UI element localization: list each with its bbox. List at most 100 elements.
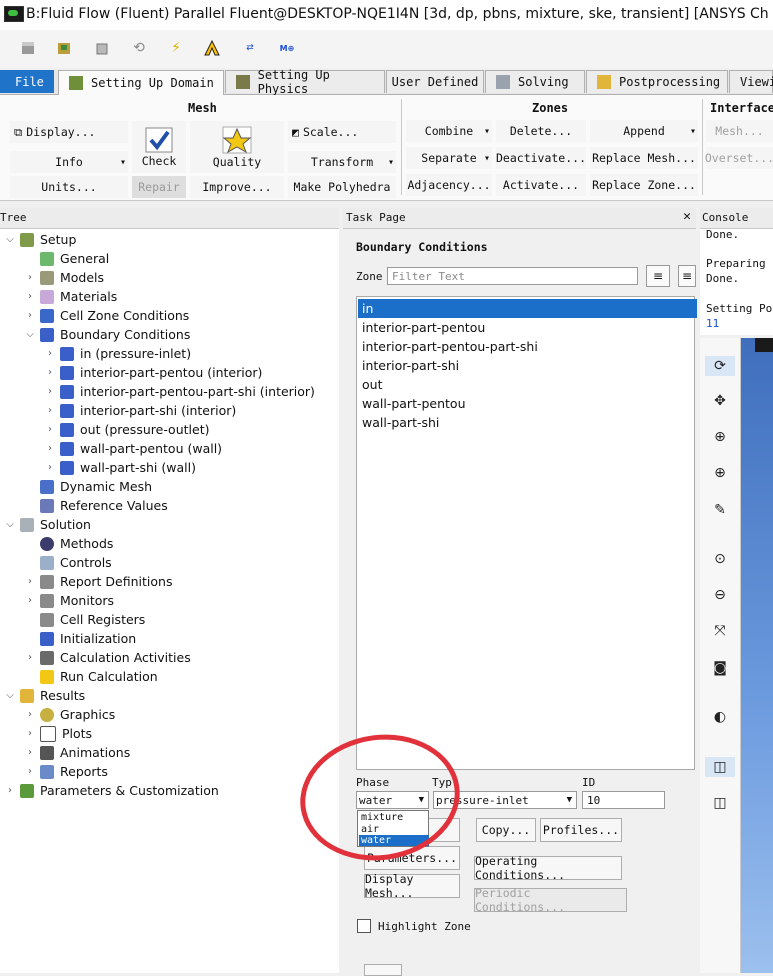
- zoom-out-icon[interactable]: ⊖: [710, 585, 730, 605]
- chevron-right-icon[interactable]: ›: [44, 348, 56, 359]
- list-item[interactable]: interior-part-pentou-part-shi: [361, 337, 695, 356]
- chevron-right-icon[interactable]: ›: [44, 462, 56, 473]
- chevron-right-icon[interactable]: ›: [24, 728, 36, 739]
- tree-item-boundary-zone[interactable]: › wall-part-pentou (wall): [44, 439, 222, 458]
- make-polyhedra-button[interactable]: Make Polyhedra: [288, 176, 396, 198]
- adjacency-button[interactable]: Adjacency...: [406, 174, 492, 196]
- refresh-icon[interactable]: ⟲: [129, 38, 149, 58]
- camera-icon[interactable]: ◙: [710, 658, 730, 678]
- operating-conditions-button[interactable]: Operating Conditions...: [474, 854, 622, 882]
- delete-button[interactable]: Delete...: [496, 120, 586, 142]
- list-item[interactable]: interior-part-shi: [361, 356, 695, 375]
- append-button[interactable]: Append: [590, 120, 698, 142]
- tree-item-report-definitions[interactable]: › Report Definitions: [24, 572, 172, 591]
- copy-button[interactable]: Copy...: [476, 818, 536, 842]
- chevron-down-icon[interactable]: ⌵: [4, 690, 16, 701]
- tree-item-general[interactable]: General: [24, 249, 109, 268]
- combine-button[interactable]: Combine: [406, 120, 492, 142]
- chevron-right-icon[interactable]: ›: [24, 652, 36, 663]
- chevron-right-icon[interactable]: ›: [44, 443, 56, 454]
- list-item[interactable]: interior-part-pentou: [361, 318, 695, 337]
- filter-options-icon[interactable]: ≡: [646, 265, 670, 287]
- axes-icon[interactable]: ⤧: [710, 621, 730, 641]
- chevron-down-icon[interactable]: ⌵: [4, 234, 16, 245]
- rotate-icon[interactable]: ⟳: [705, 356, 735, 376]
- chevron-right-icon[interactable]: ›: [44, 405, 56, 416]
- tree-item-boundary-zone[interactable]: › interior-part-pentou (interior): [44, 363, 262, 382]
- close-icon[interactable]: ✕: [683, 209, 691, 224]
- units-button[interactable]: Units...: [10, 176, 128, 198]
- tree-item-boundary-zone[interactable]: › out (pressure-outlet): [44, 420, 209, 439]
- chevron-right-icon[interactable]: ›: [24, 747, 36, 758]
- quality-button[interactable]: Quality: [190, 121, 284, 173]
- tab-user-defined[interactable]: User Defined: [386, 70, 484, 93]
- ansys-icon[interactable]: [202, 38, 222, 58]
- chevron-right-icon[interactable]: ›: [44, 367, 56, 378]
- chevron-right-icon[interactable]: ›: [24, 576, 36, 587]
- zone-id-field[interactable]: 10: [582, 791, 665, 809]
- check-button[interactable]: Check: [132, 121, 186, 173]
- tree-item-boundary-conditions[interactable]: ⌵ Boundary Conditions: [24, 325, 190, 344]
- perspective-cube-icon[interactable]: ◫: [705, 757, 735, 777]
- chevron-right-icon[interactable]: ›: [24, 595, 36, 606]
- tree-item-monitors[interactable]: › Monitors: [24, 591, 114, 610]
- tab-solving[interactable]: Solving: [485, 70, 585, 93]
- chevron-right-icon[interactable]: ›: [24, 766, 36, 777]
- pan-icon[interactable]: ✥: [710, 391, 730, 411]
- tree-item-animations[interactable]: › Animations: [24, 743, 130, 762]
- probe-icon[interactable]: ✎: [710, 500, 730, 520]
- orthographic-cube-icon[interactable]: ◫: [710, 793, 730, 813]
- parallel-icon[interactable]: ⇄: [240, 38, 260, 58]
- chevron-right-icon[interactable]: ›: [24, 310, 36, 321]
- tree-item-calculation-activities[interactable]: › Calculation Activities: [24, 648, 191, 667]
- zone-filter-input[interactable]: Filter Text: [387, 267, 638, 285]
- list-item[interactable]: in: [358, 299, 697, 318]
- list-item[interactable]: out: [361, 375, 695, 394]
- tab-file[interactable]: File: [0, 70, 54, 93]
- info-button[interactable]: Info: [10, 151, 128, 173]
- zoom-icon[interactable]: ⊕: [710, 427, 730, 447]
- tree-item-results[interactable]: ⌵ Results: [4, 686, 85, 705]
- tree-item-materials[interactable]: › Materials: [24, 287, 117, 306]
- tab-postprocessing[interactable]: Postprocessing: [586, 70, 728, 93]
- chevron-right-icon[interactable]: ›: [4, 785, 16, 796]
- tree-item-setup[interactable]: ⌵ Setup: [4, 230, 76, 249]
- graphics-window[interactable]: [741, 338, 773, 973]
- tree-item-controls[interactable]: Controls: [24, 553, 112, 572]
- tree-item-models[interactable]: › Models: [24, 268, 104, 287]
- profiles-button[interactable]: Profiles...: [540, 818, 622, 842]
- tree-item-boundary-zone[interactable]: › wall-part-shi (wall): [44, 458, 196, 477]
- partial-button[interactable]: [364, 964, 402, 976]
- separate-button[interactable]: Separate: [406, 147, 492, 169]
- tree-item-reports[interactable]: › Reports: [24, 762, 108, 781]
- tree-item-run-calculation[interactable]: Run Calculation: [24, 667, 158, 686]
- tree-item-reference-values[interactable]: Reference Values: [24, 496, 168, 515]
- activate-button[interactable]: Activate...: [496, 174, 586, 196]
- display-mesh-button[interactable]: Display Mesh...: [364, 872, 460, 900]
- tree-item-dynamic-mesh[interactable]: Dynamic Mesh: [24, 477, 152, 496]
- save-icon[interactable]: [54, 38, 74, 58]
- tree-item-cell-registers[interactable]: Cell Registers: [24, 610, 145, 629]
- graphics-tab-icon[interactable]: [755, 338, 773, 352]
- chevron-right-icon[interactable]: ›: [24, 291, 36, 302]
- tree-item-boundary-zone[interactable]: › interior-part-shi (interior): [44, 401, 236, 420]
- tree-item-initialization[interactable]: Initialization: [24, 629, 136, 648]
- tree-item-methods[interactable]: Methods: [24, 534, 113, 553]
- lightning-icon[interactable]: ⚡: [166, 38, 186, 58]
- tree-item-boundary-zone[interactable]: › interior-part-pentou-part-shi (interior…: [44, 382, 315, 401]
- transform-button[interactable]: Transform: [288, 151, 396, 173]
- display-button[interactable]: ⧉ Display...: [10, 121, 128, 143]
- chevron-right-icon[interactable]: ›: [24, 272, 36, 283]
- tab-setting-up-physics[interactable]: Setting Up Physics: [225, 68, 385, 96]
- tab-setting-up-domain[interactable]: Setting Up Domain: [58, 70, 224, 95]
- display-options-icon[interactable]: ◐: [710, 707, 730, 727]
- zoom-in-icon[interactable]: ⊕: [710, 463, 730, 483]
- chevron-down-icon[interactable]: ⌵: [4, 519, 16, 530]
- replace-mesh-button[interactable]: Replace Mesh...: [590, 147, 698, 169]
- tree-item-boundary-zone[interactable]: › in (pressure-inlet): [44, 344, 191, 363]
- open-case-icon[interactable]: [18, 38, 38, 58]
- tree-item-solution[interactable]: ⌵ Solution: [4, 515, 91, 534]
- moe-icon[interactable]: M⊕: [277, 38, 297, 58]
- replace-zone-button[interactable]: Replace Zone...: [590, 174, 698, 196]
- chevron-down-icon[interactable]: ⌵: [24, 329, 36, 340]
